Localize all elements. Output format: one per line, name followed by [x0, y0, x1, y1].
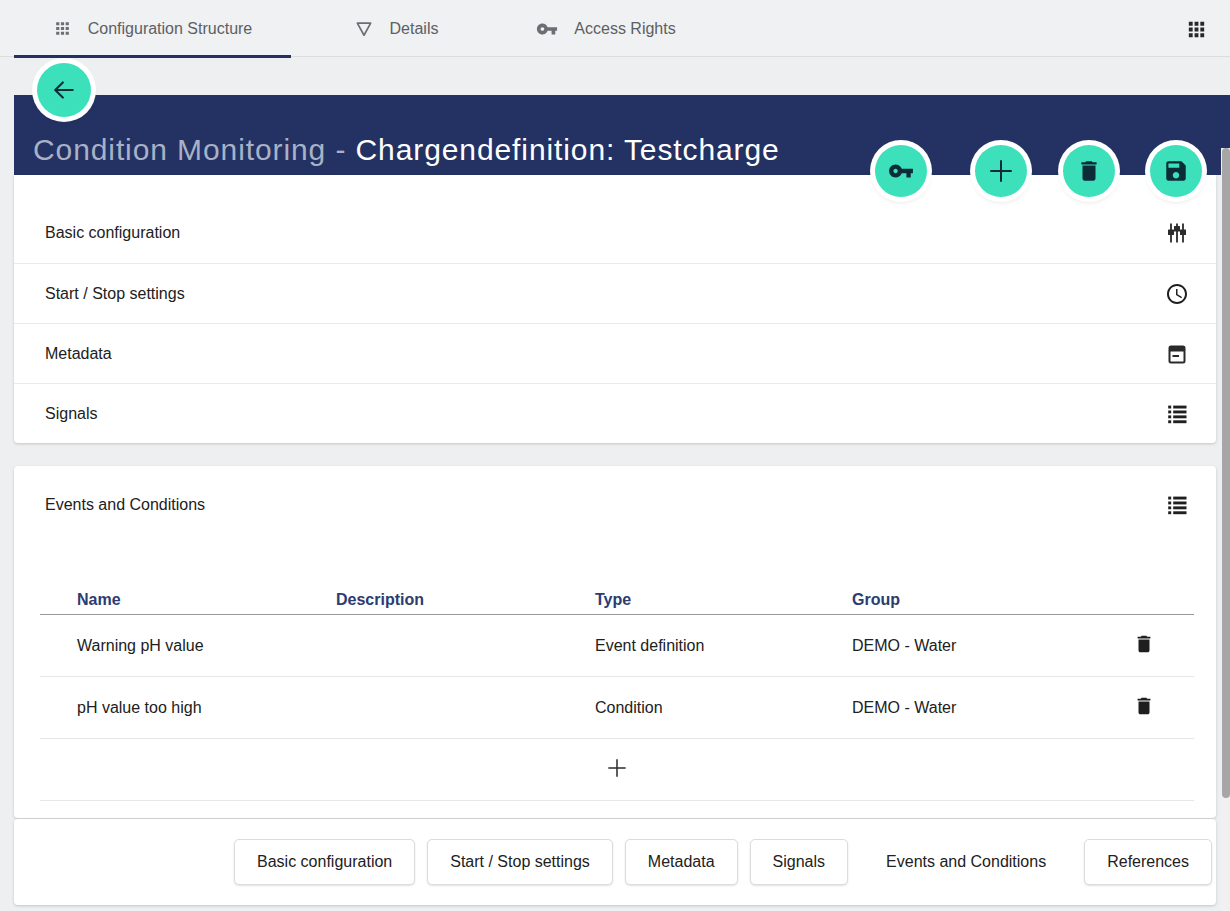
- tab-label: Details: [390, 20, 439, 38]
- key-icon: [888, 158, 914, 184]
- page-title-prefix: Condition Monitoring -: [33, 133, 356, 166]
- table-header-row: Name Description Type Group: [40, 567, 1194, 615]
- section-label: Signals: [45, 405, 1165, 423]
- row-delete-button[interactable]: [1114, 633, 1174, 659]
- tab-label: Configuration Structure: [88, 20, 253, 38]
- events-table: Name Description Type Group Warning pH v…: [40, 567, 1194, 801]
- cell-name: Warning pH value: [40, 637, 336, 655]
- bottom-nav: Basic configuration Start / Stop setting…: [14, 819, 1216, 905]
- nav-references[interactable]: References: [1084, 839, 1212, 885]
- section-basic-configuration[interactable]: Basic configuration: [14, 203, 1216, 263]
- page-header: Condition Monitoring - Chargendefinition…: [14, 95, 1230, 175]
- section-label: Basic configuration: [45, 224, 1165, 242]
- scrollbar-thumb[interactable]: [1222, 148, 1230, 798]
- section-label: Metadata: [45, 345, 1165, 363]
- events-title: Events and Conditions: [45, 496, 1165, 514]
- column-header-name: Name: [40, 591, 336, 614]
- clock-icon: [1165, 282, 1189, 306]
- trash-icon: [1076, 158, 1102, 184]
- calendar-icon: [1165, 342, 1189, 366]
- nav-events-and-conditions[interactable]: Events and Conditions: [860, 839, 1072, 885]
- column-header-group: Group: [852, 591, 1114, 614]
- apps-grid-icon[interactable]: [1184, 17, 1208, 41]
- trash-icon: [1133, 633, 1155, 659]
- tab-configuration-structure[interactable]: Configuration Structure: [14, 0, 291, 57]
- scrollbar-track[interactable]: [1221, 148, 1230, 911]
- filter-icon: [354, 19, 374, 39]
- section-label: Start / Stop settings: [45, 285, 1165, 303]
- delete-button[interactable]: [1063, 145, 1115, 197]
- grid-icon: [53, 19, 72, 38]
- access-key-button[interactable]: [875, 145, 927, 197]
- sliders-icon: [1165, 221, 1189, 245]
- section-metadata[interactable]: Metadata: [14, 323, 1216, 383]
- plus-icon: [604, 755, 630, 785]
- section-start-stop-settings[interactable]: Start / Stop settings: [14, 263, 1216, 323]
- arrow-left-icon: [50, 76, 78, 104]
- row-delete-button[interactable]: [1114, 695, 1174, 721]
- nav-start-stop-settings[interactable]: Start / Stop settings: [427, 839, 613, 885]
- sections-card: Basic configuration Start / Stop setting…: [14, 175, 1216, 443]
- add-row-button[interactable]: [40, 739, 1194, 801]
- table-row[interactable]: pH value too high Condition DEMO - Water: [40, 677, 1194, 739]
- save-button[interactable]: [1150, 145, 1202, 197]
- list-icon[interactable]: [1165, 493, 1189, 517]
- cell-name: pH value too high: [40, 699, 336, 717]
- list-icon: [1165, 402, 1189, 426]
- trash-icon: [1133, 695, 1155, 721]
- nav-metadata[interactable]: Metadata: [625, 839, 738, 885]
- add-button[interactable]: [975, 145, 1027, 197]
- column-header-type: Type: [595, 591, 852, 614]
- page-title: Condition Monitoring - Chargendefinition…: [33, 135, 780, 165]
- column-header-description: Description: [336, 591, 595, 614]
- nav-signals[interactable]: Signals: [750, 839, 848, 885]
- plus-icon: [985, 155, 1017, 187]
- events-card: Events and Conditions Name Description T…: [14, 466, 1216, 818]
- cell-type: Condition: [595, 699, 852, 717]
- section-signals[interactable]: Signals: [14, 383, 1216, 443]
- table-row[interactable]: Warning pH value Event definition DEMO -…: [40, 615, 1194, 677]
- back-button[interactable]: [37, 63, 91, 117]
- tab-label: Access Rights: [574, 20, 675, 38]
- save-icon: [1163, 158, 1189, 184]
- tab-access-rights[interactable]: Access Rights: [501, 0, 711, 57]
- page-title-main: Chargendefinition: Testcharge: [356, 133, 780, 166]
- nav-basic-configuration[interactable]: Basic configuration: [234, 839, 415, 885]
- cell-type: Event definition: [595, 637, 852, 655]
- cell-group: DEMO - Water: [852, 699, 1114, 717]
- key-icon: [536, 18, 558, 40]
- cell-group: DEMO - Water: [852, 637, 1114, 655]
- tab-details[interactable]: Details: [291, 0, 501, 57]
- top-tab-bar: Configuration Structure Details Access R…: [0, 0, 1230, 57]
